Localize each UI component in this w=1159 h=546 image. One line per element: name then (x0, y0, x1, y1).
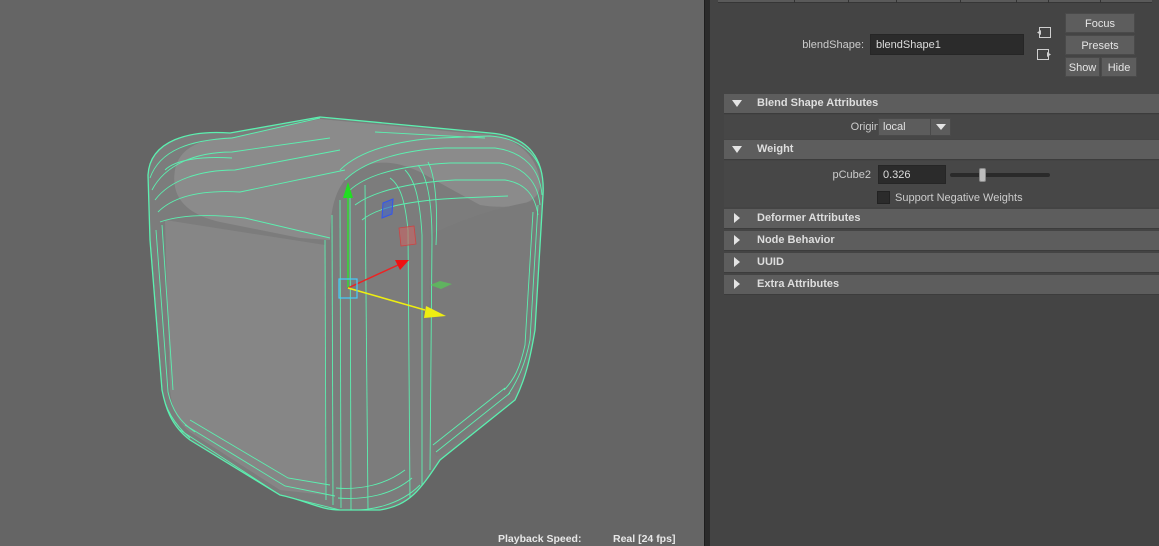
weight-slider-handle[interactable] (978, 168, 986, 182)
load-output-icon[interactable] (1036, 48, 1052, 62)
weight-slider[interactable] (950, 173, 1050, 177)
collapsed-arrow-icon (734, 279, 740, 289)
support-negative-weights-label: Support Negative Weights (895, 192, 1023, 204)
playback-speed-label: Playback Speed: (498, 533, 582, 545)
section-title: Node Behavior (757, 234, 835, 246)
origin-label: Origin (850, 121, 880, 133)
section-weight[interactable]: Weight (724, 140, 1159, 160)
focus-button[interactable]: Focus (1065, 13, 1135, 33)
weight-value-field[interactable] (878, 165, 946, 184)
origin-dropdown[interactable]: local (878, 118, 951, 136)
presets-button[interactable]: Presets (1065, 35, 1135, 55)
origin-value: local (883, 121, 906, 133)
cube-body[interactable] (147, 116, 544, 511)
collapsed-arrow-icon (734, 257, 740, 267)
node-name-label: blendShape: (802, 39, 864, 51)
section-uuid[interactable]: UUID (724, 253, 1159, 273)
playback-speed-value: Real [24 fps] (613, 533, 676, 545)
viewport-3d[interactable]: Playback Speed: Real [24 fps] (0, 0, 704, 546)
section-title: Deformer Attributes (757, 212, 861, 224)
section-extra-attributes[interactable]: Extra Attributes (724, 275, 1159, 295)
section-title: UUID (757, 256, 784, 268)
support-negative-weights-checkbox[interactable] (877, 191, 890, 204)
section-title: Blend Shape Attributes (757, 97, 879, 109)
attribute-tabs[interactable] (718, 0, 1152, 3)
load-input-icon[interactable] (1036, 26, 1052, 40)
expanded-arrow-icon (732, 100, 742, 107)
section-node-behavior[interactable]: Node Behavior (724, 231, 1159, 251)
blend-shape-attributes-body: Origin local (724, 115, 1159, 139)
section-title: Weight (757, 143, 794, 155)
cube-scene[interactable] (0, 0, 704, 546)
show-button[interactable]: Show (1065, 57, 1100, 77)
plane-handle-red[interactable] (398, 225, 417, 247)
weight-target-label: pCube2 (832, 169, 871, 181)
section-deformer-attributes[interactable]: Deformer Attributes (724, 209, 1159, 229)
collapsed-arrow-icon (734, 235, 740, 245)
weight-body: pCube2 Support Negative Weights (724, 161, 1159, 207)
attribute-editor: blendShape: Focus Presets Show Hide Blen… (710, 0, 1159, 546)
hide-button[interactable]: Hide (1101, 57, 1137, 77)
expanded-arrow-icon (732, 146, 742, 153)
chevron-down-icon (930, 119, 950, 135)
node-name-field[interactable] (870, 34, 1024, 55)
collapsed-arrow-icon (734, 213, 740, 223)
section-blend-shape-attributes[interactable]: Blend Shape Attributes (724, 94, 1159, 114)
section-title: Extra Attributes (757, 278, 840, 290)
